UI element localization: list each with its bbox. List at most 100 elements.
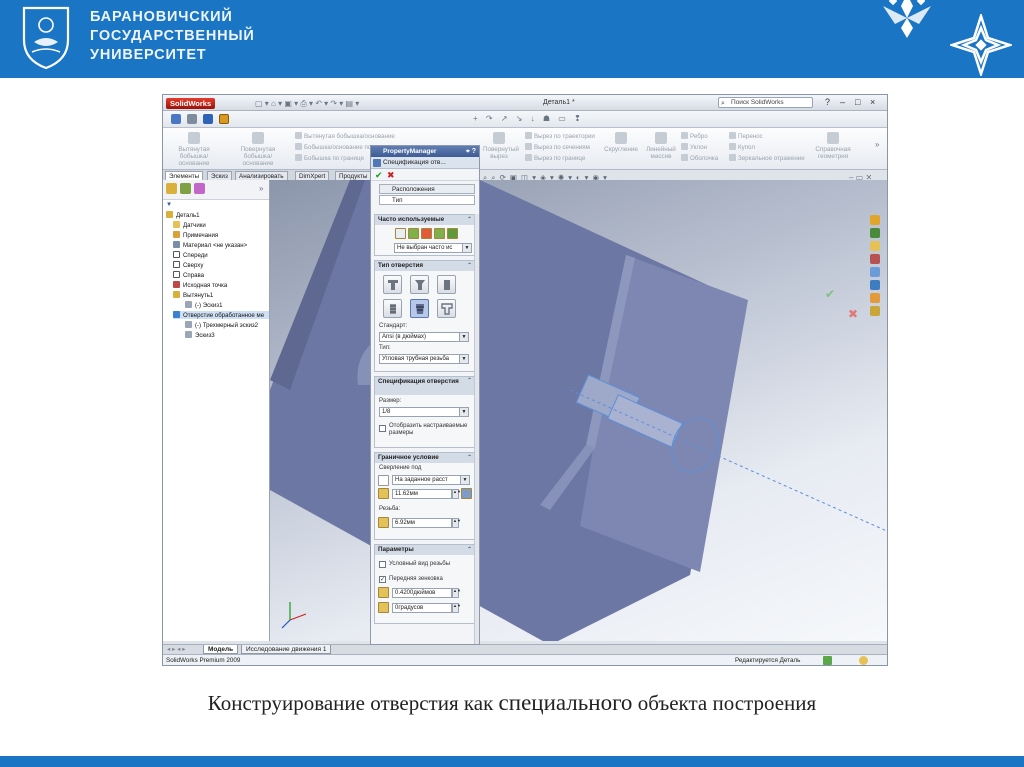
- options-header[interactable]: Параметры ⌃: [375, 545, 475, 555]
- countersink-checkbox[interactable]: ✓: [379, 576, 386, 583]
- tab-positions[interactable]: Расположения: [379, 184, 475, 194]
- tab-type[interactable]: Тип: [379, 195, 475, 205]
- tree-item-extrude1[interactable]: Вытянуть1: [173, 291, 213, 299]
- tab-sketch[interactable]: Эскиз: [207, 171, 232, 180]
- tree-item-sensors[interactable]: Датчики: [173, 221, 206, 229]
- thread-spinner[interactable]: ▲▼: [452, 518, 461, 528]
- cancel-button[interactable]: ✖: [387, 170, 395, 181]
- standard-select[interactable]: Ansi (в дюймах) ▼: [379, 332, 469, 342]
- rebuild-status-icon[interactable]: [823, 656, 832, 665]
- rebuild-icon[interactable]: [187, 114, 197, 124]
- filter-icon[interactable]: ▼: [166, 201, 172, 208]
- close-button[interactable]: ×: [870, 97, 875, 107]
- tree-item-3d-sketch2[interactable]: (-) Трехмерный эскиз2: [185, 321, 258, 329]
- tab-model[interactable]: Модель: [203, 645, 239, 654]
- counterbore-icon[interactable]: [383, 275, 402, 294]
- tab-motion-study[interactable]: Исследование движения 1: [241, 645, 332, 654]
- draft-small[interactable]: Уклон: [681, 143, 707, 151]
- depth-input[interactable]: 11.62мм: [392, 489, 452, 499]
- favorites-select[interactable]: Не выбран часто ис ▼: [394, 243, 472, 253]
- fillet-button[interactable]: Скругление: [601, 132, 641, 153]
- depth-link-icon[interactable]: [461, 488, 472, 499]
- favorite-add-icon[interactable]: [408, 228, 419, 239]
- linear-pattern-button[interactable]: Линейный массив: [643, 132, 679, 160]
- tab-evaluate[interactable]: Анализировать: [235, 171, 288, 180]
- revolved-boss-button[interactable]: Повернутая бобышка/основание: [229, 132, 287, 167]
- boundary-boss-small[interactable]: Бобышка по границе: [295, 154, 364, 162]
- configuration-tab-icon[interactable]: [194, 183, 205, 194]
- size-select[interactable]: 1/8 ▼: [379, 407, 469, 417]
- countersink-icon[interactable]: [410, 275, 429, 294]
- maximize-button[interactable]: □: [855, 97, 860, 107]
- drill-condition-select[interactable]: На заданное расст ▼: [392, 475, 470, 485]
- tree-item-front-plane[interactable]: Спереди: [173, 251, 208, 259]
- graphics-area[interactable]: ✔ ✖: [270, 180, 887, 641]
- extruded-boss-button[interactable]: Вытянутая бобышка/основание: [169, 132, 219, 167]
- ok-button[interactable]: ✔: [375, 170, 383, 181]
- revolved-cut-button[interactable]: Повернутый вырез: [483, 132, 519, 160]
- rib-small[interactable]: Ребро: [681, 132, 708, 140]
- countersink-diameter-input[interactable]: 0.4200дюймов: [392, 588, 452, 598]
- wrap-small[interactable]: Перенос: [729, 132, 763, 140]
- sketch-tools[interactable]: + ↷ ↗ ↘ ↓ ☗ ▭ ❢: [473, 114, 584, 123]
- angle-spinner[interactable]: ▲▼: [452, 603, 461, 613]
- legacy-hole-icon[interactable]: [437, 299, 456, 318]
- tree-item-right-plane[interactable]: Справа: [173, 271, 204, 279]
- favorites-header[interactable]: Часто используемые ⌃: [375, 215, 475, 225]
- type-select[interactable]: Угловая трубная резьба ▼: [379, 354, 469, 364]
- tapped-hole-icon[interactable]: [383, 299, 402, 318]
- dome-small[interactable]: Купол: [729, 143, 755, 151]
- depth-spinner[interactable]: ▲▼: [452, 489, 461, 499]
- property-manager-tab-icon[interactable]: [180, 183, 191, 194]
- save-icon[interactable]: [203, 114, 213, 124]
- tab-features[interactable]: Элементы: [165, 171, 204, 180]
- reference-geometry-button[interactable]: Справочная геометрия: [811, 132, 855, 160]
- extrude-boss-small[interactable]: Вытянутая бобышка/основание: [295, 132, 395, 140]
- cosmetic-thread-checkbox[interactable]: [379, 561, 386, 568]
- search-input[interactable]: ⌕ Поиск SolidWorks: [718, 97, 813, 108]
- end-condition-header[interactable]: Граничное условие ⌃: [375, 453, 475, 463]
- hole-type-header[interactable]: Тип отверстия ⌃: [375, 261, 475, 271]
- favorite-save-icon[interactable]: [434, 228, 445, 239]
- sweep-cut-small[interactable]: Вырез по траектории: [525, 132, 595, 140]
- tree-item-hole-wizard[interactable]: Отверстие обработанное ме: [173, 311, 269, 319]
- tree-item-part[interactable]: Деталь1: [166, 211, 200, 219]
- tab-dimxpert[interactable]: DimXpert: [295, 171, 330, 180]
- loft-cut-small[interactable]: Вырез по сечениям: [525, 143, 590, 151]
- tree-expand-icon[interactable]: »: [259, 184, 263, 193]
- hole-spec-header[interactable]: Спецификация отверстия ⌃: [375, 377, 475, 395]
- reverse-direction-icon[interactable]: [378, 475, 389, 486]
- solidworks-logo[interactable]: SolidWorks: [166, 98, 216, 109]
- minimize-button[interactable]: –: [840, 97, 845, 107]
- favorite-tool-icon[interactable]: [395, 228, 406, 239]
- tree-item-sketch1[interactable]: (-) Эскиз1: [185, 301, 222, 309]
- feature-manager-tab-icon[interactable]: [166, 183, 177, 194]
- thread-depth-input[interactable]: 6.92мм: [392, 518, 452, 528]
- tab-scroll-arrows[interactable]: ◂ ▸ ◂ ▸: [163, 645, 189, 654]
- tab-products[interactable]: Продукты: [335, 171, 372, 180]
- diameter-spinner[interactable]: ▲▼: [452, 588, 461, 598]
- help-status-icon[interactable]: [859, 656, 868, 665]
- simple-hole-icon[interactable]: [437, 275, 456, 294]
- chevron-right-icon[interactable]: »: [875, 140, 879, 149]
- tree-item-material[interactable]: Материал <не указан>: [173, 241, 247, 249]
- pin-icon[interactable]: ⌖ ?: [466, 146, 476, 157]
- appearance-icon[interactable]: [219, 114, 229, 124]
- quick-access-toolbar[interactable]: ▢ ▾ ⌂ ▾ ▣ ▾ ⎙ ▾ ↶ ▾ ↷ ▾ ▤ ▾: [255, 99, 359, 109]
- tree-item-top-plane[interactable]: Сверху: [173, 261, 203, 269]
- tree-item-annotations[interactable]: Примечания: [173, 231, 218, 239]
- custom-size-checkbox[interactable]: [379, 425, 386, 432]
- tree-item-sketch3[interactable]: Эскиз3: [185, 331, 215, 339]
- favorite-load-icon[interactable]: [447, 228, 458, 239]
- boundary-cut-small[interactable]: Вырез по границе: [525, 154, 585, 162]
- shell-small[interactable]: Оболочка: [681, 154, 718, 162]
- pipe-tap-icon[interactable]: [410, 299, 429, 318]
- property-manager-scrollbar[interactable]: [474, 214, 479, 644]
- mirror-small[interactable]: Зеркальное отражение: [729, 154, 805, 162]
- favorite-remove-icon[interactable]: [421, 228, 432, 239]
- countersink-angle-input[interactable]: 0градусов: [392, 603, 452, 613]
- tree-item-origin[interactable]: Исходная точка: [173, 281, 227, 289]
- help-button[interactable]: ?: [825, 97, 830, 107]
- task-pane-tabs[interactable]: [870, 215, 882, 325]
- options-icon[interactable]: [171, 114, 181, 124]
